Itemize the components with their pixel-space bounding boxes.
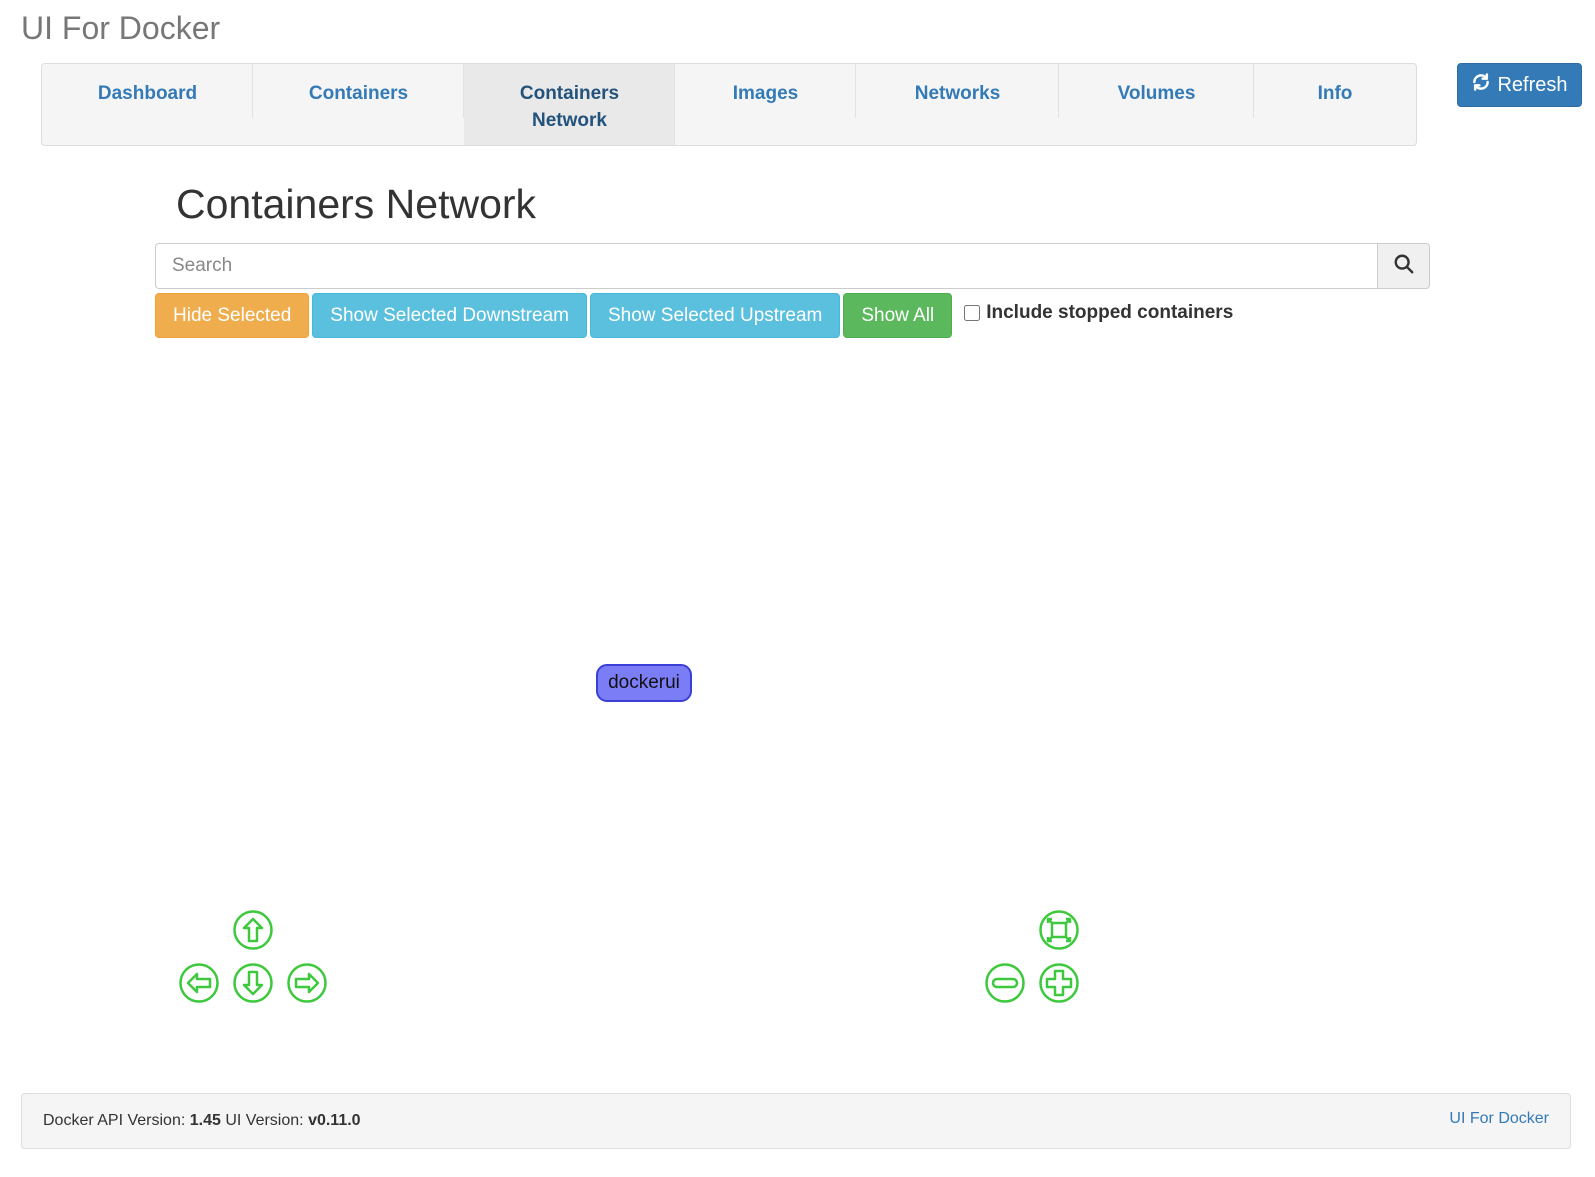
network-actions: Hide Selected Show Selected Downstream S… bbox=[155, 293, 1233, 338]
tab-networks[interactable]: Networks bbox=[856, 64, 1059, 145]
app-brand[interactable]: UI For Docker bbox=[21, 10, 220, 47]
main-navbar: Dashboard Containers Containers Network … bbox=[41, 63, 1417, 146]
arrow-down-icon bbox=[233, 963, 273, 1003]
footer: Docker API Version: 1.45 UI Version: v0.… bbox=[21, 1093, 1571, 1149]
hide-selected-button[interactable]: Hide Selected bbox=[155, 293, 310, 338]
page-title: Containers Network bbox=[176, 181, 537, 227]
show-selected-downstream-button[interactable]: Show Selected Downstream bbox=[312, 293, 587, 338]
search-icon bbox=[1393, 253, 1415, 280]
zoom-out-icon bbox=[985, 963, 1025, 1003]
show-all-button[interactable]: Show All bbox=[843, 293, 953, 338]
refresh-icon bbox=[1471, 72, 1491, 98]
arrow-up-icon bbox=[233, 910, 273, 950]
tab-images[interactable]: Images bbox=[675, 64, 856, 145]
ui-version-value: v0.11.0 bbox=[308, 1112, 361, 1129]
pan-down-button[interactable] bbox=[232, 962, 274, 1004]
graph-node-dockerui[interactable]: dockerui bbox=[596, 664, 692, 702]
pan-up-button[interactable] bbox=[232, 909, 274, 951]
tab-containers-network-label: Containers Network bbox=[519, 83, 620, 131]
zoom-in-button[interactable] bbox=[1038, 962, 1080, 1004]
search-button[interactable] bbox=[1377, 243, 1430, 289]
network-graph-canvas[interactable]: dockerui bbox=[155, 350, 1430, 1050]
tab-containers[interactable]: Containers bbox=[253, 64, 464, 145]
footer-version-info: Docker API Version: 1.45 UI Version: v0.… bbox=[43, 1112, 361, 1130]
api-version-value: 1.45 bbox=[189, 1112, 221, 1129]
arrow-right-icon bbox=[287, 963, 327, 1003]
zoom-in-icon bbox=[1039, 963, 1079, 1003]
search-group bbox=[155, 243, 1430, 289]
zoom-extends-button[interactable] bbox=[1038, 909, 1080, 951]
pan-right-button[interactable] bbox=[286, 962, 328, 1004]
api-version-label: Docker API Version: bbox=[43, 1112, 186, 1129]
arrow-left-icon bbox=[179, 963, 219, 1003]
ui-version-label: UI Version: bbox=[225, 1112, 304, 1129]
zoom-out-button[interactable] bbox=[984, 962, 1026, 1004]
include-stopped-toggle[interactable]: Include stopped containers bbox=[964, 302, 1233, 324]
zoom-extends-icon bbox=[1039, 910, 1079, 950]
refresh-button[interactable]: Refresh bbox=[1457, 63, 1582, 107]
tab-dashboard[interactable]: Dashboard bbox=[42, 64, 253, 145]
tab-containers-network[interactable]: Containers Network bbox=[464, 64, 675, 145]
tab-info[interactable]: Info bbox=[1254, 64, 1416, 145]
show-selected-upstream-button[interactable]: Show Selected Upstream bbox=[589, 293, 841, 338]
include-stopped-label: Include stopped containers bbox=[986, 301, 1234, 323]
pan-left-button[interactable] bbox=[178, 962, 220, 1004]
search-input[interactable] bbox=[155, 243, 1377, 289]
tab-volumes[interactable]: Volumes bbox=[1059, 64, 1254, 145]
refresh-label: Refresh bbox=[1497, 73, 1568, 96]
footer-project-link[interactable]: UI For Docker bbox=[1449, 1110, 1549, 1128]
include-stopped-checkbox[interactable] bbox=[964, 304, 981, 321]
